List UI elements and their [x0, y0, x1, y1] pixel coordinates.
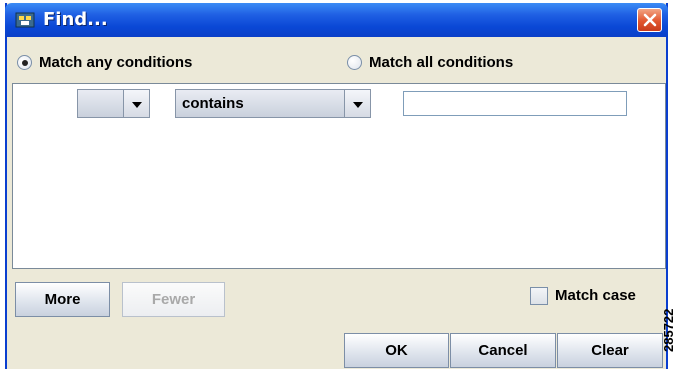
chevron-down-icon[interactable] [344, 90, 370, 117]
find-dialog: Find... Match any conditions Match all c… [5, 3, 668, 369]
match-all-label: Match all conditions [369, 54, 514, 71]
more-button[interactable]: More [15, 282, 110, 317]
match-case-label: Match case [555, 287, 636, 304]
match-case-checkbox[interactable] [530, 287, 548, 305]
match-all-radio[interactable] [347, 55, 362, 70]
app-icon [15, 12, 35, 28]
title-bar[interactable]: Find... [5, 3, 668, 37]
operator-select-value: contains [182, 95, 244, 112]
conditions-panel: contains [12, 83, 666, 269]
field-select[interactable] [77, 89, 150, 118]
match-any-radio[interactable] [17, 55, 32, 70]
match-any-option[interactable]: Match any conditions [17, 54, 192, 71]
clear-button[interactable]: Clear [557, 333, 663, 368]
match-all-option[interactable]: Match all conditions [347, 54, 513, 71]
condition-value-input[interactable] [403, 91, 627, 116]
ok-button[interactable]: OK [344, 333, 449, 368]
match-any-label: Match any conditions [39, 54, 193, 71]
close-button[interactable] [637, 8, 662, 32]
figure-id: 285722 [661, 308, 676, 352]
operator-select[interactable]: contains [175, 89, 371, 118]
close-icon [643, 13, 657, 27]
chevron-down-icon[interactable] [123, 90, 149, 117]
cancel-button[interactable]: Cancel [450, 333, 556, 368]
window-title: Find... [43, 9, 108, 30]
fewer-button[interactable]: Fewer [122, 282, 225, 317]
